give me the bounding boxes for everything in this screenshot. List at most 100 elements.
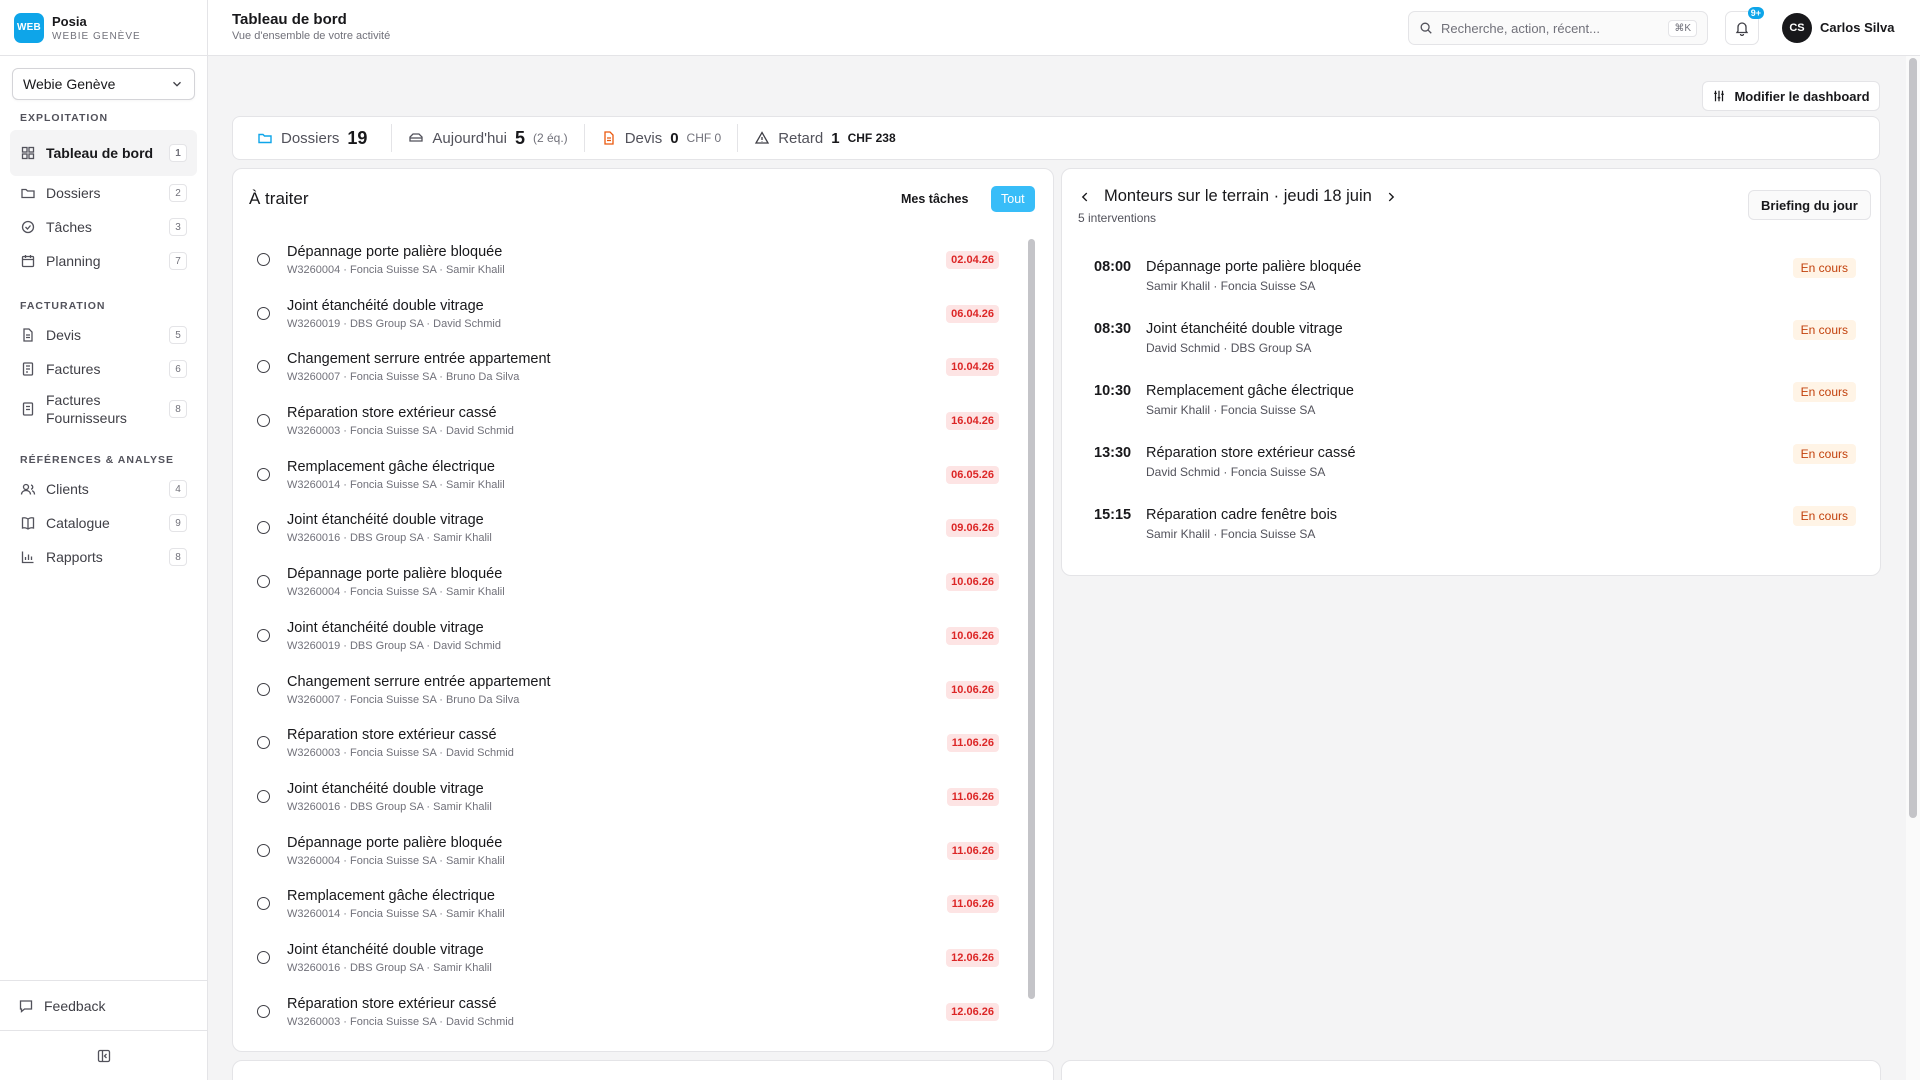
task-checkbox[interactable] <box>257 950 270 964</box>
feedback-button[interactable]: Feedback <box>0 980 207 1030</box>
stat-devis-extra: CHF 0 <box>686 131 722 145</box>
sidebar-item-tâches[interactable]: Tâches 3 <box>10 210 197 244</box>
sidebar-item-label: Planning <box>46 253 101 269</box>
task-due-date-badge: 06.04.26 <box>946 304 999 323</box>
task-row[interactable]: Changement serrure entrée appartement W32… <box>245 346 1025 400</box>
task-due-date-badge: 12.06.26 <box>946 948 999 967</box>
sidebar-item-factures-fournisseurs[interactable]: Factures Fournisseurs 8 <box>10 386 197 432</box>
brand[interactable]: WEB Posia WEBIE GENÈVE <box>0 0 207 56</box>
intervention-row[interactable]: 15:15 Réparation cadre fenêtre bois Samir … <box>1078 506 1866 569</box>
sidebar-item-clients[interactable]: Clients 4 <box>10 472 197 506</box>
modify-dashboard-button[interactable]: Modifier le dashboard <box>1702 81 1880 111</box>
stat-today[interactable]: Aujourd'hui 5 (2 éq.) <box>392 124 585 152</box>
task-due-date-badge: 16.04.26 <box>946 412 999 431</box>
sidebar-item-rapports[interactable]: Rapports 8 <box>10 540 197 574</box>
task-checkbox[interactable] <box>257 360 270 374</box>
task-due-date-badge: 10.06.26 <box>946 573 999 592</box>
folder-icon <box>258 133 272 144</box>
stat-dossiers[interactable]: Dossiers 19 <box>241 124 393 152</box>
stat-today-extra: (2 éq.) <box>533 131 568 145</box>
sidebar-item-dossiers[interactable]: Dossiers 2 <box>10 176 197 210</box>
chevron-right-icon[interactable] <box>1384 190 1398 204</box>
task-checkbox[interactable] <box>257 897 270 911</box>
task-meta: W3260004 · Foncia Suisse SA · Samir Khal… <box>287 586 505 599</box>
sidebar: WEB Posia WEBIE GENÈVE Webie Genève EXPL… <box>0 0 208 1080</box>
page-title: Tableau de bord <box>232 11 347 28</box>
task-row[interactable]: Joint étanchéité double vitrage W3260019 … <box>245 615 1025 669</box>
task-checkbox[interactable] <box>257 414 270 428</box>
task-title: Changement serrure entrée appartement <box>287 351 551 368</box>
intervention-row[interactable]: 10:30 Remplacement gâche électrique Samir … <box>1078 382 1866 445</box>
task-row[interactable]: Remplacement gâche électrique W3260014 · … <box>245 883 1025 937</box>
page-scrollbar-thumb[interactable] <box>1909 58 1917 818</box>
collapse-sidebar-button[interactable] <box>0 1030 207 1080</box>
sidebar-item-label: Catalogue <box>46 515 110 531</box>
intervention-title: Remplacement gâche électrique <box>1146 383 1354 399</box>
filter-all[interactable]: Tout <box>991 186 1035 212</box>
task-checkbox[interactable] <box>257 628 270 642</box>
user-name[interactable]: Carlos Silva <box>1820 20 1894 35</box>
search-input[interactable]: Recherche, action, récent... ⌘K <box>1408 11 1708 45</box>
task-row[interactable]: Réparation store extérieur cassé W3260003… <box>245 991 1025 1045</box>
intervention-row[interactable]: 08:30 Joint étanchéité double vitrage Davi… <box>1078 320 1866 383</box>
intervention-title: Dépannage porte palière bloquée <box>1146 259 1362 275</box>
avatar[interactable]: CS <box>1782 13 1812 43</box>
task-checkbox[interactable] <box>257 253 270 266</box>
task-row[interactable]: Changement serrure entrée appartement W32… <box>245 669 1025 723</box>
task-checkbox[interactable] <box>257 467 270 481</box>
shortcut-badge: 9 <box>169 514 187 532</box>
task-title: Réparation store extérieur cassé <box>287 405 497 422</box>
sidebar-item-tableau-de-bord[interactable]: Tableau de bord 1 <box>10 130 197 176</box>
daily-briefing-button[interactable]: Briefing du jour <box>1748 190 1871 220</box>
task-row[interactable]: Dépannage porte palière bloquée W3260004 … <box>245 561 1025 615</box>
stat-dossiers-value: 19 <box>347 127 368 148</box>
shortcut-badge: 8 <box>169 400 187 418</box>
task-meta: W3260007 · Foncia Suisse SA · Bruno Da S… <box>287 693 520 706</box>
task-title: Joint étanchéité double vitrage <box>287 619 484 636</box>
status-badge: En cours <box>1792 382 1856 402</box>
stat-today-label: Aujourd'hui <box>432 129 507 147</box>
task-row[interactable]: Dépannage porte palière bloquée W3260004 … <box>245 830 1025 884</box>
task-list-scrollbar[interactable] <box>1025 239 1037 1039</box>
stat-retard-label: Retard <box>778 129 824 147</box>
task-checkbox[interactable] <box>257 306 270 320</box>
task-row[interactable]: Remplacement gâche électrique W3260014 · … <box>245 454 1025 508</box>
task-row[interactable]: Joint étanchéité double vitrage W3260019 … <box>245 293 1025 347</box>
task-checkbox[interactable] <box>257 575 270 589</box>
intervention-row[interactable]: 13:30 Réparation store extérieur cassé Dav… <box>1078 444 1866 507</box>
intervention-row[interactable]: 08:00 Dépannage porte palière bloquée Sami… <box>1078 258 1866 321</box>
organization-select[interactable]: Webie Genève <box>12 68 195 100</box>
task-due-date-badge: 02.04.26 <box>946 251 999 269</box>
task-row[interactable]: Joint étanchéité double vitrage W3260016 … <box>245 937 1025 991</box>
task-checkbox[interactable] <box>257 682 270 696</box>
shortcut-badge: 6 <box>169 360 187 378</box>
stat-retard[interactable]: Retard 1 CHF 238 <box>738 124 911 152</box>
document-icon <box>604 131 614 145</box>
task-checkbox[interactable] <box>257 843 270 857</box>
task-title: Réparation store extérieur cassé <box>287 727 497 744</box>
task-due-date-badge: 11.06.26 <box>946 841 999 860</box>
filter-my-tasks[interactable]: Mes tâches <box>891 186 978 212</box>
task-row[interactable]: Réparation store extérieur cassé W3260003… <box>245 722 1025 776</box>
task-row[interactable]: Réparation store extérieur cassé W3260003… <box>245 400 1025 454</box>
task-row[interactable]: Joint étanchéité double vitrage W3260016 … <box>245 776 1025 830</box>
stat-retard-extra: CHF 238 <box>847 131 896 145</box>
task-checkbox[interactable] <box>257 736 270 750</box>
sidebar-item-factures[interactable]: Factures 6 <box>10 352 197 386</box>
task-checkbox[interactable] <box>257 789 270 803</box>
sidebar-item-planning[interactable]: Planning 7 <box>10 244 197 278</box>
task-list-scrollbar-thumb[interactable] <box>1028 239 1035 999</box>
sidebar-item-catalogue[interactable]: Catalogue 9 <box>10 506 197 540</box>
notifications-button[interactable]: 9+ <box>1725 7 1764 45</box>
task-row[interactable]: Joint étanchéité double vitrage W3260016 … <box>245 507 1025 561</box>
book-icon <box>21 517 35 530</box>
sidebar-item-label: Clients <box>46 481 89 497</box>
interventions-count: 5 interventions <box>1078 211 1157 225</box>
task-row[interactable]: Dépannage porte palière bloquée W3260004 … <box>245 239 1025 293</box>
page-scrollbar[interactable] <box>1906 56 1920 1080</box>
task-checkbox[interactable] <box>257 521 270 535</box>
task-checkbox[interactable] <box>257 1004 270 1018</box>
chevron-left-icon[interactable] <box>1078 190 1092 204</box>
sidebar-item-devis[interactable]: Devis 5 <box>10 318 197 352</box>
stat-devis[interactable]: Devis 0 CHF 0 <box>585 124 739 152</box>
